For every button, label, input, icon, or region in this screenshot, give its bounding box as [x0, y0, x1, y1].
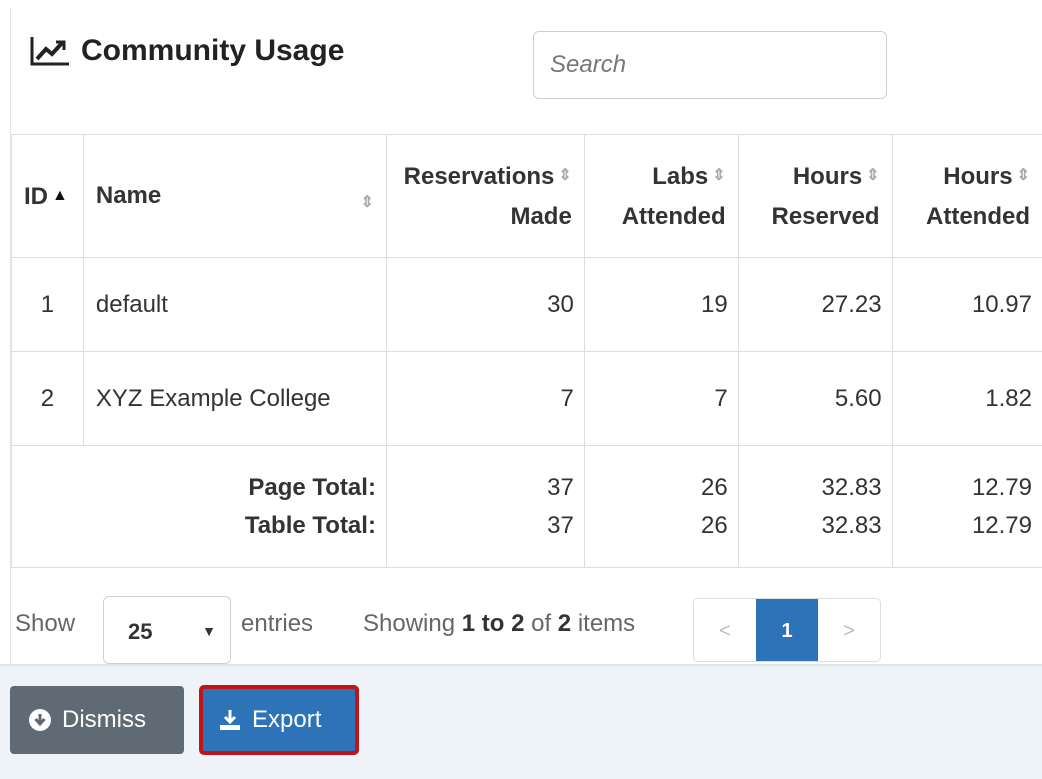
arrow-down-circle-icon [29, 709, 51, 731]
pagination-info: Showing 1 to 2 of 2 items [363, 610, 636, 637]
sort-asc-icon: ▲ [52, 186, 68, 204]
total-reservations: 37 37 [385, 445, 585, 568]
line-chart-icon [30, 37, 69, 66]
download-icon [220, 710, 240, 730]
total-hours-attended: 12.79 12.79 [891, 445, 1042, 568]
show-label: Show [15, 610, 76, 637]
cell-name: XYZ Example College [82, 351, 387, 446]
cell-labs: 19 [583, 257, 739, 352]
panel-header: Community Usage [11, 8, 1042, 133]
total-hours-reserved: 32.83 32.83 [737, 445, 893, 568]
page-button-1[interactable]: 1 [756, 599, 818, 661]
cell-labs: 7 [583, 351, 739, 446]
caret-down-icon: ▼ [202, 623, 216, 639]
search-input[interactable] [533, 31, 887, 99]
cell-name: default [82, 257, 387, 352]
page-title: Community Usage [29, 34, 344, 68]
sort-icon: ⇕ [1016, 166, 1030, 184]
cell-hours-attended: 1.82 [891, 351, 1042, 446]
page-size-select[interactable]: 25 ▼ [103, 596, 231, 664]
table-row: 2 XYZ Example College 7 7 5.60 1.82 [11, 351, 1042, 446]
cell-reservations: 30 [385, 257, 585, 352]
action-bar: Dismiss Export [0, 664, 1042, 779]
usage-table: ID ▲ Name ⇕ Reservations ⇕ Made Labs ⇕ Attende… [11, 134, 1042, 568]
sort-icon: ⇕ [866, 166, 880, 184]
column-header-hours-reserved[interactable]: Hours ⇕ Reserved [737, 134, 893, 258]
cell-id: 1 [11, 257, 84, 352]
sort-icon: ⇕ [360, 194, 374, 211]
prev-page-button[interactable]: < [694, 599, 756, 661]
export-button[interactable]: Export [199, 685, 359, 755]
sort-icon: ⇕ [712, 166, 726, 184]
total-labs: 26 26 [583, 445, 739, 568]
table-footer: Show 25 ▼ entries Showing 1 to 2 of 2 it… [11, 588, 1042, 664]
dismiss-button[interactable]: Dismiss [10, 686, 184, 754]
community-usage-panel: Community Usage ID▲ Name⇕ Reservations⇕M… [10, 8, 1042, 665]
cell-hours-attended: 10.97 [891, 257, 1042, 352]
totals-labels: Page Total: Table Total: [11, 445, 387, 568]
sort-icon: ⇕ [558, 166, 572, 184]
title-text: Community Usage [81, 34, 345, 67]
table-row: 1 default 30 19 27.23 10.97 [11, 257, 1042, 352]
pagination: < 1 > [693, 598, 881, 662]
cell-reservations: 7 [385, 351, 585, 446]
column-header-id[interactable]: ID ▲ [11, 134, 84, 258]
column-header-labs[interactable]: Labs ⇕ Attended [583, 134, 739, 258]
cell-hours-reserved: 27.23 [737, 257, 893, 352]
table-header-row: ID ▲ Name ⇕ Reservations ⇕ Made Labs ⇕ Attende… [11, 134, 1042, 258]
column-header-hours-attended[interactable]: Hours ⇕ Attended [891, 134, 1042, 258]
column-header-reservations[interactable]: Reservations ⇕ Made [385, 134, 585, 258]
entries-label: entries [241, 610, 314, 637]
page-size-value: 25 [128, 619, 153, 644]
next-page-button[interactable]: > [818, 599, 880, 661]
cell-hours-reserved: 5.60 [737, 351, 893, 446]
column-header-name[interactable]: Name ⇕ [82, 134, 387, 258]
cell-id: 2 [11, 351, 84, 446]
totals-row: Page Total: Table Total: 37 37 26 26 32.83 3… [11, 445, 1042, 568]
